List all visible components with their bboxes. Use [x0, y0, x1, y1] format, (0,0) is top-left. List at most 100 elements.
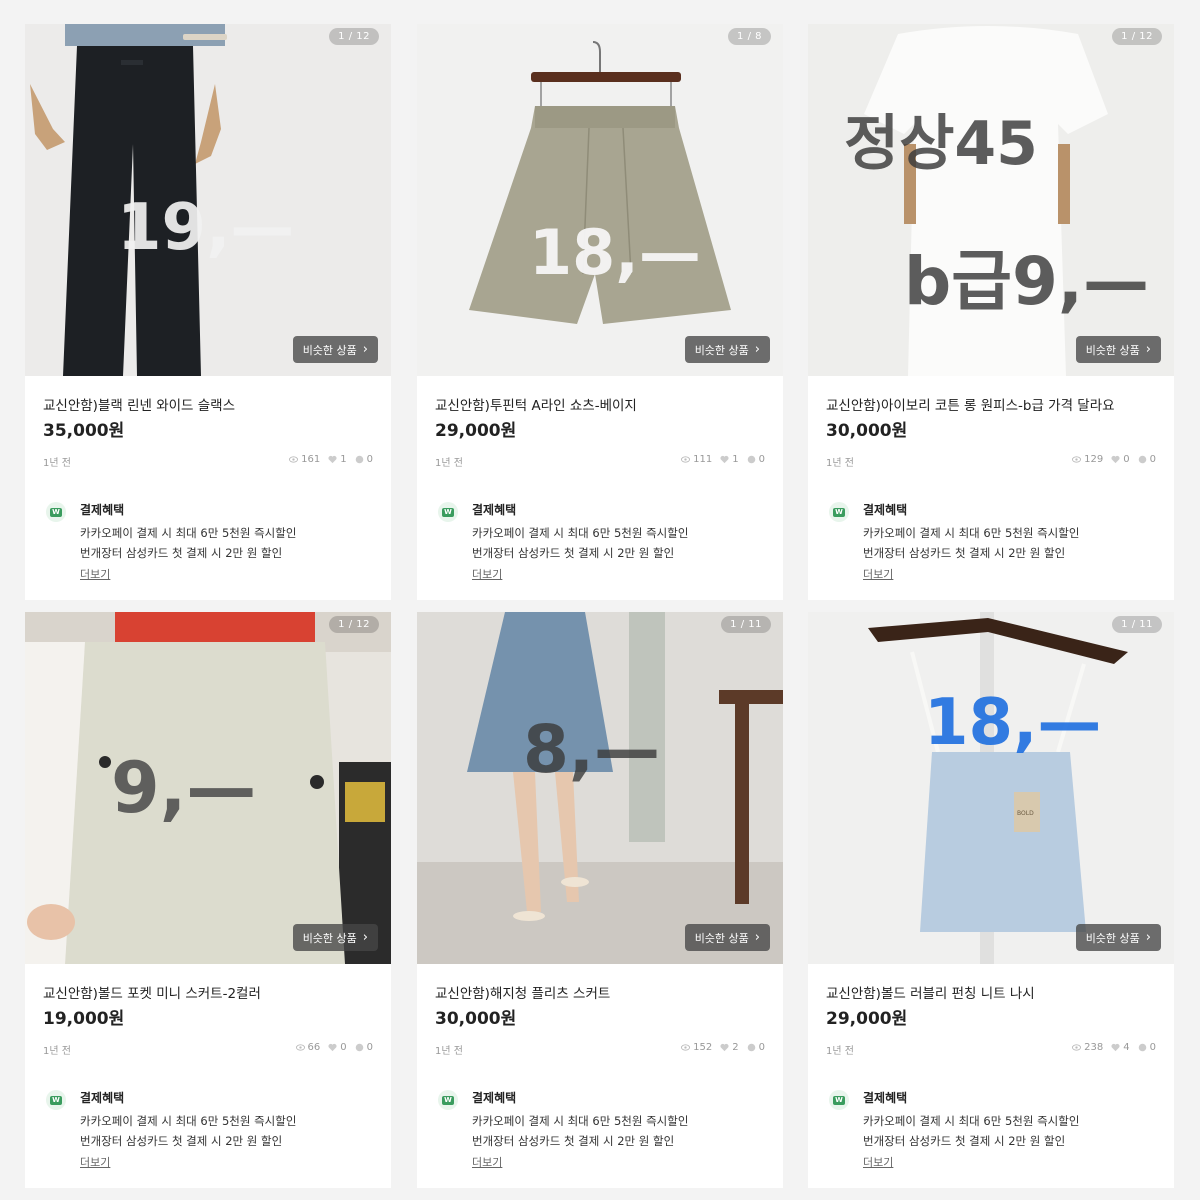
- product-price: 19,000원: [43, 1009, 125, 1029]
- view-count: 161: [301, 454, 321, 465]
- image-counter: 1 / 11: [1112, 616, 1162, 633]
- price-overlay: 정상45: [844, 109, 1038, 179]
- eye-icon: [1072, 1044, 1082, 1051]
- eye-icon: [1072, 456, 1082, 463]
- more-link[interactable]: 더보기: [863, 566, 893, 582]
- benefit-samsungcard: 번개장터 삼성카드 첫 결제 시 2만 원 할인: [472, 546, 675, 560]
- view-count: 152: [693, 1042, 713, 1053]
- similar-products-button[interactable]: 비슷한 상품 ›: [292, 336, 378, 363]
- more-link[interactable]: 더보기: [863, 1154, 893, 1170]
- product-stats: 111 1 0: [681, 454, 765, 465]
- more-link[interactable]: 더보기: [472, 1154, 502, 1170]
- product-title[interactable]: 교신안함)볼드 러블리 펀칭 니트 나시: [826, 982, 1035, 1002]
- product-price: 30,000원: [435, 1009, 517, 1029]
- payment-benefit-logo: W: [46, 1090, 66, 1110]
- product-card[interactable]: 정상45 b급9,— 1 / 12 비슷한 상품 › 교신안함)아이보리 코튼 롱…: [808, 24, 1174, 600]
- chat-count: 0: [1149, 1042, 1156, 1053]
- benefit-title: 결제혜택: [80, 503, 125, 517]
- chat-icon: [355, 1043, 363, 1052]
- product-title[interactable]: 교신안함)투핀턱 A라인 쇼츠-베이지: [435, 394, 637, 414]
- product-price: 29,000원: [826, 1009, 908, 1029]
- heart-icon: [720, 455, 729, 464]
- view-count: 111: [693, 454, 713, 465]
- similar-products-button[interactable]: 비슷한 상품 ›: [684, 924, 770, 951]
- more-link[interactable]: 더보기: [80, 566, 110, 582]
- payment-benefit-logo: W: [438, 1090, 458, 1110]
- posted-time: 1년 전: [43, 458, 71, 469]
- product-card[interactable]: 9,— 1 / 12 비슷한 상품 › 교신안함)볼드 포켓 미니 스커트-2컬러…: [25, 612, 391, 1188]
- product-card[interactable]: BOLD 18,— 1 / 11 비슷한 상품 › 교신안함)볼드 러블리 펀칭 …: [808, 612, 1174, 1188]
- chevron-right-icon: ›: [1145, 342, 1151, 357]
- image-counter: 1 / 11: [721, 616, 771, 633]
- payment-benefit-logo: W: [438, 502, 458, 522]
- product-image[interactable]: 18,— 1 / 8 비슷한 상품 ›: [417, 24, 783, 376]
- posted-time: 1년 전: [826, 1046, 854, 1057]
- like-count: 4: [1123, 1042, 1130, 1053]
- eye-icon: [289, 456, 299, 463]
- product-title[interactable]: 교신안함)블랙 린넨 와이드 슬랙스: [43, 394, 235, 414]
- product-stats: 66 0 0: [295, 1042, 373, 1053]
- price-overlay: 18,—: [529, 216, 701, 289]
- product-image[interactable]: 정상45 b급9,— 1 / 12 비슷한 상품 ›: [808, 24, 1174, 376]
- chat-icon: [1138, 1043, 1146, 1052]
- product-stats: 161 1 0: [289, 454, 373, 465]
- product-image[interactable]: BOLD 18,— 1 / 11 비슷한 상품 ›: [808, 612, 1174, 964]
- posted-time: 1년 전: [826, 458, 854, 469]
- posted-time: 1년 전: [435, 458, 463, 469]
- similar-products-button[interactable]: 비슷한 상품 ›: [292, 924, 378, 951]
- benefit-kakaopay: 카카오페이 결제 시 최대 6만 5천원 즉시할인: [863, 526, 1080, 540]
- chat-icon: [355, 455, 363, 464]
- image-counter: 1 / 12: [329, 616, 379, 633]
- chat-icon: [747, 455, 755, 464]
- chevron-right-icon: ›: [362, 930, 368, 945]
- similar-label: 비슷한 상품: [302, 931, 357, 945]
- image-counter: 1 / 12: [329, 28, 379, 45]
- posted-time: 1년 전: [43, 1046, 71, 1057]
- chevron-right-icon: ›: [754, 930, 760, 945]
- like-count: 0: [340, 1042, 347, 1053]
- similar-label: 비슷한 상품: [694, 343, 749, 357]
- eye-icon: [295, 1044, 305, 1051]
- like-count: 2: [732, 1042, 739, 1053]
- similar-products-button[interactable]: 비슷한 상품 ›: [1075, 924, 1161, 951]
- chat-count: 0: [366, 454, 373, 465]
- benefit-kakaopay: 카카오페이 결제 시 최대 6만 5천원 즉시할인: [80, 526, 297, 540]
- image-counter: 1 / 8: [728, 28, 771, 45]
- product-image[interactable]: 8,— 1 / 11 비슷한 상품 ›: [417, 612, 783, 964]
- product-title[interactable]: 교신안함)아이보리 코튼 롱 원피스-b급 가격 달라요: [826, 394, 1115, 414]
- benefit-title: 결제혜택: [80, 1091, 125, 1105]
- product-card[interactable]: 8,— 1 / 11 비슷한 상품 › 교신안함)해지청 플리츠 스커트 30,0…: [417, 612, 783, 1188]
- heart-icon: [1111, 455, 1120, 464]
- more-link[interactable]: 더보기: [472, 566, 502, 582]
- product-stats: 238 4 0: [1072, 1042, 1156, 1053]
- product-title[interactable]: 교신안함)해지청 플리츠 스커트: [435, 982, 610, 1002]
- product-card[interactable]: 18,— 1 / 8 비슷한 상품 › 교신안함)투핀턱 A라인 쇼츠-베이지 2…: [417, 24, 783, 600]
- chevron-right-icon: ›: [1145, 930, 1151, 945]
- benefit-kakaopay: 카카오페이 결제 시 최대 6만 5천원 즉시할인: [472, 1114, 689, 1128]
- payment-benefit-logo: W: [829, 502, 849, 522]
- similar-label: 비슷한 상품: [694, 931, 749, 945]
- chat-icon: [747, 1043, 755, 1052]
- like-count: 0: [1123, 454, 1130, 465]
- eye-icon: [681, 1044, 691, 1051]
- similar-products-button[interactable]: 비슷한 상품 ›: [1075, 336, 1161, 363]
- payment-benefit-logo: W: [829, 1090, 849, 1110]
- heart-icon: [328, 1043, 337, 1052]
- product-card[interactable]: 19,— 1 / 12 비슷한 상품 › 교신안함)블랙 린넨 와이드 슬랙스 3…: [25, 24, 391, 600]
- product-title[interactable]: 교신안함)볼드 포켓 미니 스커트-2컬러: [43, 982, 261, 1002]
- chat-count: 0: [758, 1042, 765, 1053]
- similar-products-button[interactable]: 비슷한 상품 ›: [684, 336, 770, 363]
- price-overlay: 8,—: [523, 711, 660, 788]
- price-overlay: b급9,—: [904, 243, 1149, 320]
- view-count: 238: [1084, 1042, 1104, 1053]
- product-image[interactable]: 9,— 1 / 12 비슷한 상품 ›: [25, 612, 391, 964]
- more-link[interactable]: 더보기: [80, 1154, 110, 1170]
- product-price: 30,000원: [826, 421, 908, 441]
- like-count: 1: [732, 454, 739, 465]
- like-count: 1: [340, 454, 347, 465]
- benefit-title: 결제혜택: [472, 503, 517, 517]
- price-overlay: 9,—: [111, 747, 256, 829]
- product-image[interactable]: 19,— 1 / 12 비슷한 상품 ›: [25, 24, 391, 376]
- chat-icon: [1138, 455, 1146, 464]
- payment-benefit-logo: W: [46, 502, 66, 522]
